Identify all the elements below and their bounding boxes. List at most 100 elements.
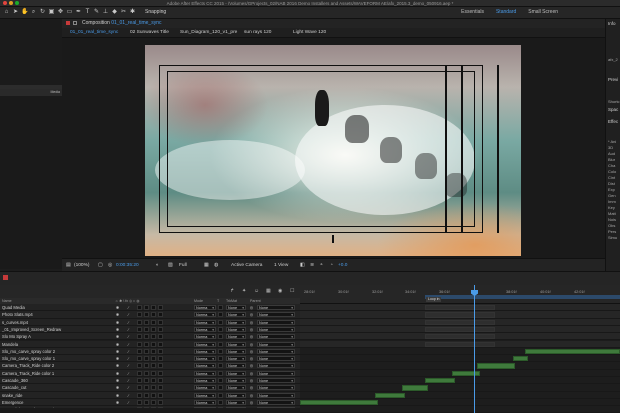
fx-switch[interactable] [137,326,142,332]
fx-switch[interactable] [137,348,142,354]
pick-whip-icon[interactable]: ◎ [249,342,254,347]
effect-category[interactable]: Matt [608,211,616,216]
frame-blending-icon[interactable]: ▦ [266,288,271,294]
track-matte-dropdown[interactable]: None [226,334,246,340]
3d-switch[interactable] [158,378,163,383]
motion-blur-switch[interactable] [144,326,149,332]
shy-switch-icon[interactable]: ✱ [115,320,120,325]
clone-icon[interactable]: ⊥ [102,9,109,16]
quality-switch-icon[interactable]: ∕ [126,363,131,368]
transparency-grid-icon[interactable]: ▦ [204,263,209,268]
quality-switch-icon[interactable]: ∕ [126,400,131,405]
layer-track[interactable] [300,333,620,341]
layer-track[interactable] [300,325,620,334]
3d-switch[interactable] [158,399,163,405]
quality-switch-icon[interactable]: ∕ [126,312,131,317]
pick-whip-icon[interactable]: ◎ [249,371,254,376]
tab-sun-diagram[interactable]: Sun_Diagram_120_v1_pre [180,28,237,38]
playhead-line[interactable] [474,285,475,413]
always-preview-icon[interactable]: ▤ [66,263,71,268]
shy-switch-icon[interactable]: ✱ [115,327,120,332]
fx-switch[interactable] [137,363,142,369]
layer-name[interactable]: Cascade_360 [2,377,28,384]
shy-switch-icon[interactable]: ✱ [115,385,120,390]
blend-mode-dropdown[interactable]: Norma [194,319,216,325]
workspace-small-screen[interactable]: Small Screen [528,9,558,15]
parent-dropdown[interactable]: None [257,356,295,362]
shy-switch-icon[interactable]: ✱ [115,334,120,339]
effect-category[interactable]: Exp [608,187,615,192]
current-time-display[interactable]: 0:00:35:20 [116,263,139,268]
parent-dropdown[interactable]: None [257,385,295,391]
brush-icon[interactable]: ✎ [93,9,100,16]
table-row[interactable]: Slo_mo_carve_spray color 2 ✱ ∕ Norma None◎No… [0,347,300,356]
motion-blur-switch[interactable] [144,334,149,340]
adjustment-switch[interactable] [151,370,156,376]
blend-mode-dropdown[interactable]: Norma [194,305,216,310]
blend-mode-dropdown[interactable]: Norma [194,363,216,369]
layer-track[interactable] [300,304,620,312]
shy-switch-icon[interactable]: ✱ [115,393,120,398]
adjustment-switch[interactable] [151,378,156,383]
3d-switch[interactable] [158,363,163,369]
camera-icon[interactable]: ▣ [48,9,55,16]
layer-track[interactable] [300,398,620,407]
parent-dropdown[interactable]: None [257,348,295,354]
motion-blur-icon[interactable]: ◉ [278,288,282,294]
layer-name[interactable]: Slo Mo Spray A [2,333,31,340]
adjustment-switch[interactable] [151,319,156,325]
shy-switch-icon[interactable]: ✱ [115,342,120,347]
adjustment-switch[interactable] [151,348,156,354]
info-panel-tab[interactable]: Info [608,21,616,26]
pan-behind-icon[interactable]: ✥ [57,9,64,16]
motion-blur-switch[interactable] [144,312,149,318]
effect-category[interactable]: Cint [608,175,615,180]
fx-switch[interactable] [137,305,142,310]
layer-name[interactable]: Quad Media [2,304,25,311]
panel-menu-icon[interactable] [73,21,77,25]
hand-icon[interactable]: ✋ [21,9,28,16]
table-row[interactable]: Slo_mo_carve_spray color 1 ✱ ∕ Norma None◎No… [0,355,300,363]
motion-blur-switch[interactable] [144,370,149,376]
layer-duration-bar[interactable] [425,312,495,318]
blend-mode-dropdown[interactable]: Norma [194,392,216,398]
blend-mode-dropdown[interactable]: Norma [194,348,216,354]
blend-mode-dropdown[interactable]: Norma [194,378,216,383]
pick-whip-icon[interactable]: ◎ [249,305,254,310]
shy-switch-icon[interactable]: ✱ [115,400,120,405]
preserve-transparency-checkbox[interactable] [218,356,223,362]
table-row[interactable]: Cascade_cut ✱ ∕ Norma None◎None [0,384,300,392]
comp-mini-flowchart-icon[interactable]: ↱ [230,288,234,294]
3d-switch[interactable] [158,305,163,310]
pick-whip-icon[interactable]: ◎ [249,320,254,325]
color-channel-icon[interactable]: ◐ [156,263,159,268]
track-matte-dropdown[interactable]: None [226,378,246,383]
zoom-icon[interactable]: ⌕ [30,9,37,16]
motion-blur-switch[interactable] [144,392,149,398]
fx-switch[interactable] [137,356,142,362]
shy-switch-icon[interactable]: ✱ [115,371,120,376]
pick-whip-icon[interactable]: ◎ [249,334,254,339]
preserve-transparency-checkbox[interactable] [218,370,223,376]
effect-category[interactable]: Pers [608,229,616,234]
layer-duration-bar[interactable] [425,341,495,347]
preserve-transparency-checkbox[interactable] [218,392,223,398]
layer-duration-bar[interactable] [425,378,455,384]
resolution-dropdown[interactable]: Full [179,263,187,268]
arrow-icon[interactable]: ➤ [12,9,19,16]
fx-switch[interactable] [137,370,142,376]
quality-switch-icon[interactable]: ∕ [126,320,131,325]
layer-track[interactable] [300,377,620,385]
effect-category[interactable]: 3D [608,145,613,150]
shy-switch-icon[interactable]: ✱ [115,378,120,383]
parent-dropdown[interactable]: None [257,363,295,369]
preserve-transparency-checkbox[interactable] [218,378,223,383]
effect-category[interactable]: Nois [608,217,616,222]
track-matte-dropdown[interactable]: None [226,312,246,318]
motion-blur-switch[interactable] [144,319,149,325]
adjustment-switch[interactable] [151,312,156,318]
preserve-transparency-checkbox[interactable] [218,312,223,318]
layer-duration-bar[interactable] [402,385,428,391]
3d-switch[interactable] [158,326,163,332]
adjustment-switch[interactable] [151,334,156,340]
